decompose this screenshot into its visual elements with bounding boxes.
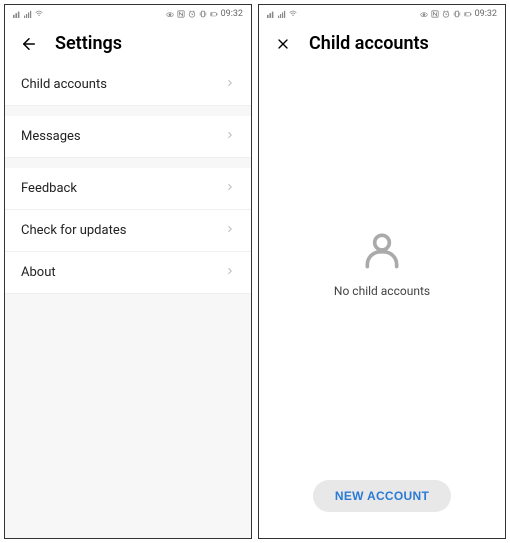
chevron-right-icon xyxy=(225,77,235,92)
settings-item-child-accounts[interactable]: Child accounts xyxy=(5,64,251,106)
settings-item-feedback[interactable]: Feedback xyxy=(5,168,251,210)
alarm-icon xyxy=(442,10,450,18)
status-time: 09:32 xyxy=(475,9,497,19)
vibrate-icon xyxy=(453,10,461,18)
list-item-label: Check for updates xyxy=(21,223,126,238)
list-item-label: Messages xyxy=(21,129,81,144)
settings-item-about[interactable]: About xyxy=(5,252,251,294)
status-bar: 09:32 xyxy=(5,5,251,23)
chevron-right-icon xyxy=(225,265,235,280)
empty-state: No child accounts xyxy=(259,64,505,462)
eye-icon xyxy=(166,10,174,18)
battery-icon xyxy=(210,10,218,18)
empty-state-text: No child accounts xyxy=(334,284,430,298)
settings-screen: 09:32 Settings Child accounts Messages F… xyxy=(4,4,252,539)
child-accounts-body: No child accounts NEW ACCOUNT xyxy=(259,64,505,538)
sim-icon xyxy=(13,10,21,18)
settings-list: Child accounts Messages Feedback Check f… xyxy=(5,64,251,538)
signal-icon xyxy=(278,10,286,18)
header: Child accounts xyxy=(259,23,505,64)
new-account-button[interactable]: NEW ACCOUNT xyxy=(313,480,451,512)
nfc-icon xyxy=(177,10,185,18)
chevron-right-icon xyxy=(225,181,235,196)
wifi-icon xyxy=(35,10,43,18)
settings-item-check-updates[interactable]: Check for updates xyxy=(5,210,251,252)
close-icon[interactable] xyxy=(273,34,293,54)
bottom-bar: NEW ACCOUNT xyxy=(259,462,505,538)
eye-icon xyxy=(420,10,428,18)
battery-icon xyxy=(464,10,472,18)
child-accounts-screen: 09:32 Child accounts No child accounts N… xyxy=(258,4,506,539)
wifi-icon xyxy=(289,10,297,18)
status-bar: 09:32 xyxy=(259,5,505,23)
status-time: 09:32 xyxy=(221,9,243,19)
back-icon[interactable] xyxy=(19,34,39,54)
list-item-label: Feedback xyxy=(21,181,77,196)
list-item-label: About xyxy=(21,265,56,280)
sim-icon xyxy=(267,10,275,18)
settings-item-messages[interactable]: Messages xyxy=(5,116,251,158)
signal-icon xyxy=(24,10,32,18)
list-item-label: Child accounts xyxy=(21,77,107,92)
person-icon xyxy=(360,228,404,272)
alarm-icon xyxy=(188,10,196,18)
chevron-right-icon xyxy=(225,129,235,144)
header: Settings xyxy=(5,23,251,64)
chevron-right-icon xyxy=(225,223,235,238)
nfc-icon xyxy=(431,10,439,18)
vibrate-icon xyxy=(199,10,207,18)
page-title: Settings xyxy=(55,33,122,54)
page-title: Child accounts xyxy=(309,33,429,54)
